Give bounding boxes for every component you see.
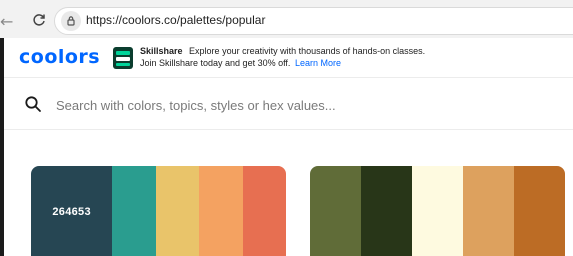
color-swatch[interactable] [242, 166, 286, 256]
search-icon [25, 96, 41, 112]
back-arrow-icon[interactable]: ← [0, 10, 14, 34]
learn-more-link[interactable]: Learn More [295, 58, 341, 68]
color-swatch[interactable] [361, 166, 412, 256]
color-swatch[interactable] [199, 166, 243, 256]
color-swatch[interactable] [463, 166, 514, 256]
color-swatch[interactable] [155, 166, 200, 256]
palette-card[interactable] [310, 166, 565, 256]
color-swatch[interactable] [112, 166, 156, 256]
site-info-icon[interactable] [61, 11, 81, 31]
coolors-logo[interactable]: coolors [19, 46, 100, 68]
search-bar [4, 78, 573, 130]
color-swatch[interactable] [310, 166, 361, 256]
ad-brand: Skillshare [140, 46, 183, 56]
palette-card[interactable]: 264653 [31, 166, 286, 256]
color-swatch[interactable] [514, 166, 565, 256]
address-bar[interactable]: https://coolors.co/palettes/popular [54, 7, 573, 35]
ad-banner[interactable]: Skillshare Explore your creativity with … [140, 45, 440, 69]
url-text: https://coolors.co/palettes/popular [86, 13, 266, 27]
reload-button[interactable] [28, 8, 50, 32]
reload-icon [33, 14, 45, 26]
site-header: coolors Skillshare Explore your creativi… [4, 38, 573, 78]
color-swatch[interactable] [412, 166, 463, 256]
skillshare-logo-icon[interactable] [112, 46, 134, 70]
hex-code-label: 264653 [52, 206, 91, 218]
browser-toolbar: ← https://coolors.co/palettes/popular [0, 0, 573, 38]
color-swatch[interactable]: 264653 [31, 166, 113, 256]
search-input[interactable] [54, 92, 558, 118]
